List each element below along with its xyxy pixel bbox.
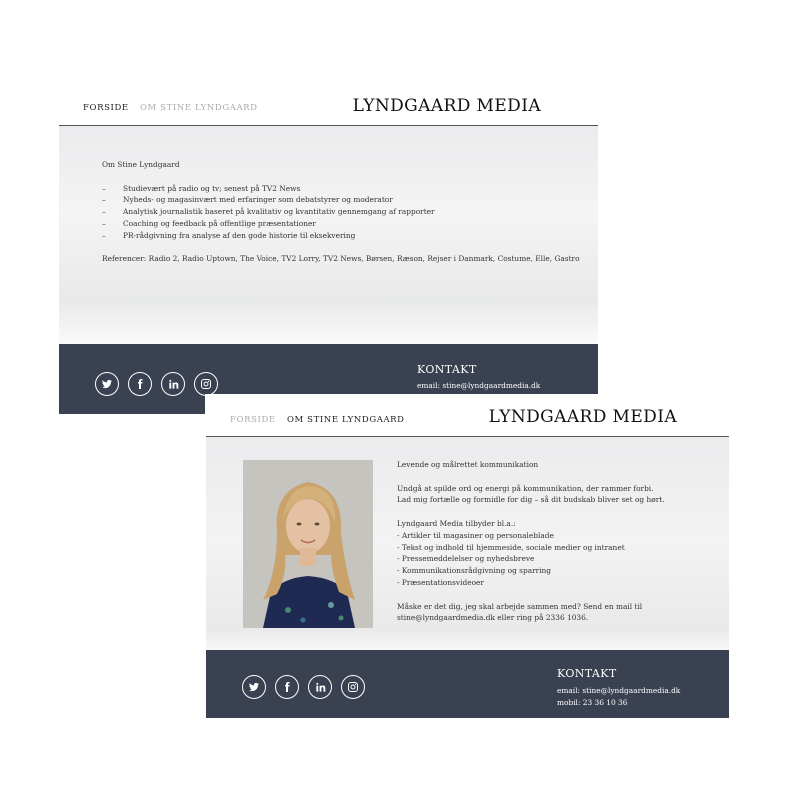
about-heading: Om Stine Lyndgaard	[102, 160, 180, 169]
social-links	[95, 372, 218, 396]
intro-heading: Levende og målrettet kommunikation	[397, 460, 539, 469]
list-item: - Pressemeddelelser og nyhedsbreve	[397, 554, 535, 564]
site-header: FORSIDE OM STINE LYNDGAARD LYNDGAARD MED…	[206, 395, 729, 436]
list-item: - Tekst og indhold til hjemmeside, socia…	[397, 542, 625, 552]
list-item: Studievært på radio og tv; senest på TV2…	[102, 183, 582, 195]
intro-text: Levende og målrettet kommunikation Undgå…	[397, 459, 697, 624]
main-nav: FORSIDE OM STINE LYNDGAARD	[230, 415, 413, 425]
list-item: Nyheds- og magasinvært med erfaringer so…	[102, 194, 582, 206]
site-footer: KONTAKT email: stine@lyndgaardmedia.dk m…	[206, 650, 729, 718]
social-links	[242, 675, 365, 699]
nav-link-forside[interactable]: FORSIDE	[83, 103, 129, 113]
list-item: - Præsentationsvideoer	[397, 577, 484, 587]
list-item: - Artikler til magasiner og personalebla…	[397, 530, 554, 540]
screenshot-about-page: FORSIDE OM STINE LYNDGAARD LYNDGAARD MED…	[59, 90, 598, 414]
nav-link-om-stine[interactable]: OM STINE LYNDGAARD	[287, 415, 405, 425]
facebook-icon[interactable]	[275, 675, 299, 699]
nav-link-om-stine[interactable]: OM STINE LYNDGAARD	[140, 103, 258, 113]
list-item: - Kommunikationsrådgivning og sparring	[397, 566, 552, 576]
closing-line: stine@lyndgaardmedia.dk eller ring på 23…	[397, 613, 589, 623]
list-item: Analytisk journalistik baseret på kvalit…	[102, 206, 582, 218]
main-nav: FORSIDE OM STINE LYNDGAARD	[83, 103, 266, 113]
list-item: Coaching og feedback på offentlige præse…	[102, 218, 582, 230]
about-text: Om Stine Lyndgaard Studievært på radio o…	[102, 159, 582, 265]
contact-heading: KONTAKT	[417, 363, 477, 376]
site-header: FORSIDE OM STINE LYNDGAARD LYNDGAARD MED…	[59, 90, 598, 125]
intro-line: Lad mig fortælle og formidle for dig – s…	[397, 495, 665, 505]
nav-link-forside[interactable]: FORSIDE	[230, 415, 276, 425]
linkedin-icon[interactable]	[308, 675, 332, 699]
contact-details: email: stine@lyndgaardmedia.dk mobil: 23…	[557, 685, 680, 708]
facebook-icon[interactable]	[128, 372, 152, 396]
intro-line: Undgå at spilde ord og energi på kommuni…	[397, 483, 654, 493]
twitter-icon[interactable]	[95, 372, 119, 396]
site-logo[interactable]: LYNDGAARD MEDIA	[353, 96, 541, 116]
site-logo[interactable]: LYNDGAARD MEDIA	[489, 407, 677, 427]
instagram-icon[interactable]	[341, 675, 365, 699]
offers-heading: Lyndgaard Media tilbyder bl.a.:	[397, 518, 516, 528]
twitter-icon[interactable]	[242, 675, 266, 699]
contact-email[interactable]: email: stine@lyndgaardmedia.dk	[417, 380, 540, 392]
content-section: Levende og målrettet kommunikation Undgå…	[206, 437, 729, 650]
closing-line: Måske er det dig, jeg skal arbejde samme…	[397, 601, 643, 611]
contact-heading: KONTAKT	[557, 667, 617, 680]
content-section: Om Stine Lyndgaard Studievært på radio o…	[59, 126, 598, 344]
contact-email[interactable]: email: stine@lyndgaardmedia.dk	[557, 685, 680, 697]
list-item: PR-rådgivning fra analyse af den gode hi…	[102, 230, 582, 242]
instagram-icon[interactable]	[194, 372, 218, 396]
contact-mobile[interactable]: mobil: 23 36 10 36	[557, 697, 680, 709]
portrait-photo	[243, 460, 373, 628]
about-bullet-list: Studievært på radio og tv; senest på TV2…	[102, 183, 582, 242]
linkedin-icon[interactable]	[161, 372, 185, 396]
references-text: Referencer: Radio 2, Radio Uptown, The V…	[102, 254, 580, 264]
screenshot-home-page: FORSIDE OM STINE LYNDGAARD LYNDGAARD MED…	[206, 395, 729, 718]
